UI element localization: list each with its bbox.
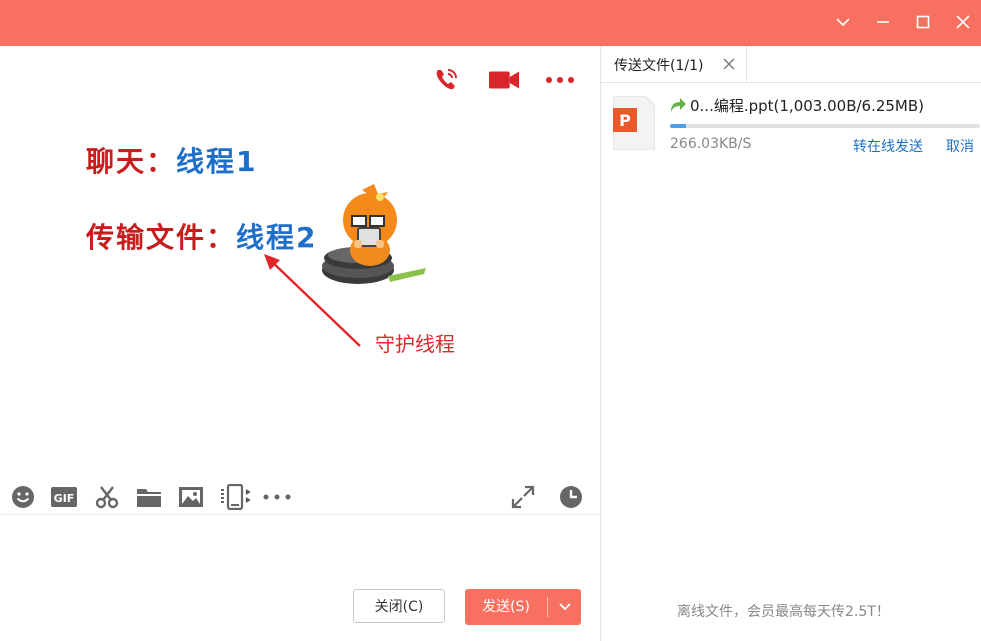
svg-text:GIF: GIF (54, 492, 75, 505)
send-arrow-icon (669, 96, 687, 114)
progress-fill (670, 124, 686, 128)
folder-icon[interactable] (136, 484, 162, 510)
annotation-arrow (264, 254, 361, 347)
transfer-thread-value: 线程2 (236, 221, 318, 254)
close-icon[interactable] (948, 8, 978, 36)
ppt-file-icon: P (612, 95, 656, 151)
tab-file-transfer[interactable]: 传送文件(1/1) (601, 46, 747, 83)
cancel-link[interactable]: 取消 (946, 136, 974, 156)
clock-icon[interactable] (558, 484, 584, 510)
chat-pane: 聊天：线程1 传输文件：线程2 守护线程 GIF 关闭(C) 发送(S) (0, 46, 600, 641)
maximize-icon[interactable] (908, 8, 938, 36)
close-button[interactable]: 关闭(C) (353, 589, 445, 623)
more-icon[interactable] (544, 66, 576, 94)
video-call-icon[interactable] (488, 66, 520, 94)
phone-screen-icon[interactable] (218, 484, 252, 510)
file-name: 0...编程.ppt(1,003.00B/6.25MB) (690, 97, 925, 115)
minimize-icon[interactable] (868, 8, 898, 36)
chat-thread-value: 线程1 (176, 145, 258, 178)
more-tools-icon[interactable] (262, 484, 292, 510)
message-line-chat: 聊天：线程1 (86, 140, 258, 180)
emoji-icon[interactable] (10, 484, 36, 510)
chevron-down-icon[interactable] (548, 589, 581, 625)
footer-note: 离线文件，会员最高每天传2.5T！ (677, 604, 890, 620)
message-line-transfer: 传输文件：线程2 (86, 216, 318, 256)
image-icon[interactable] (178, 484, 204, 510)
svg-text:P: P (619, 111, 631, 130)
transfer-speed: 266.03KB/S (670, 136, 752, 152)
annotation-text: 守护线程 (375, 332, 455, 356)
tab-label: 传送文件(1/1) (614, 58, 704, 74)
chevron-down-icon[interactable] (828, 8, 858, 36)
chat-label: 聊天： (86, 145, 177, 178)
close-icon[interactable] (721, 56, 737, 72)
send-button-label[interactable]: 发送(S) (465, 589, 547, 625)
expand-icon[interactable] (510, 484, 536, 510)
input-divider (0, 514, 600, 515)
tab-divider (747, 82, 981, 83)
title-bar (0, 0, 981, 46)
transfer-pane: 传送文件(1/1) P 0...编程.ppt(1,003.00B/6.25MB)… (600, 46, 981, 641)
send-button[interactable]: 发送(S) (465, 589, 581, 625)
phone-call-icon[interactable] (430, 66, 462, 94)
switch-online-send-link[interactable]: 转在线发送 (853, 136, 923, 156)
scissors-icon[interactable] (94, 484, 120, 510)
transfer-label: 传输文件： (86, 221, 237, 254)
progress-bar (670, 124, 980, 128)
gif-icon[interactable]: GIF (51, 484, 77, 510)
